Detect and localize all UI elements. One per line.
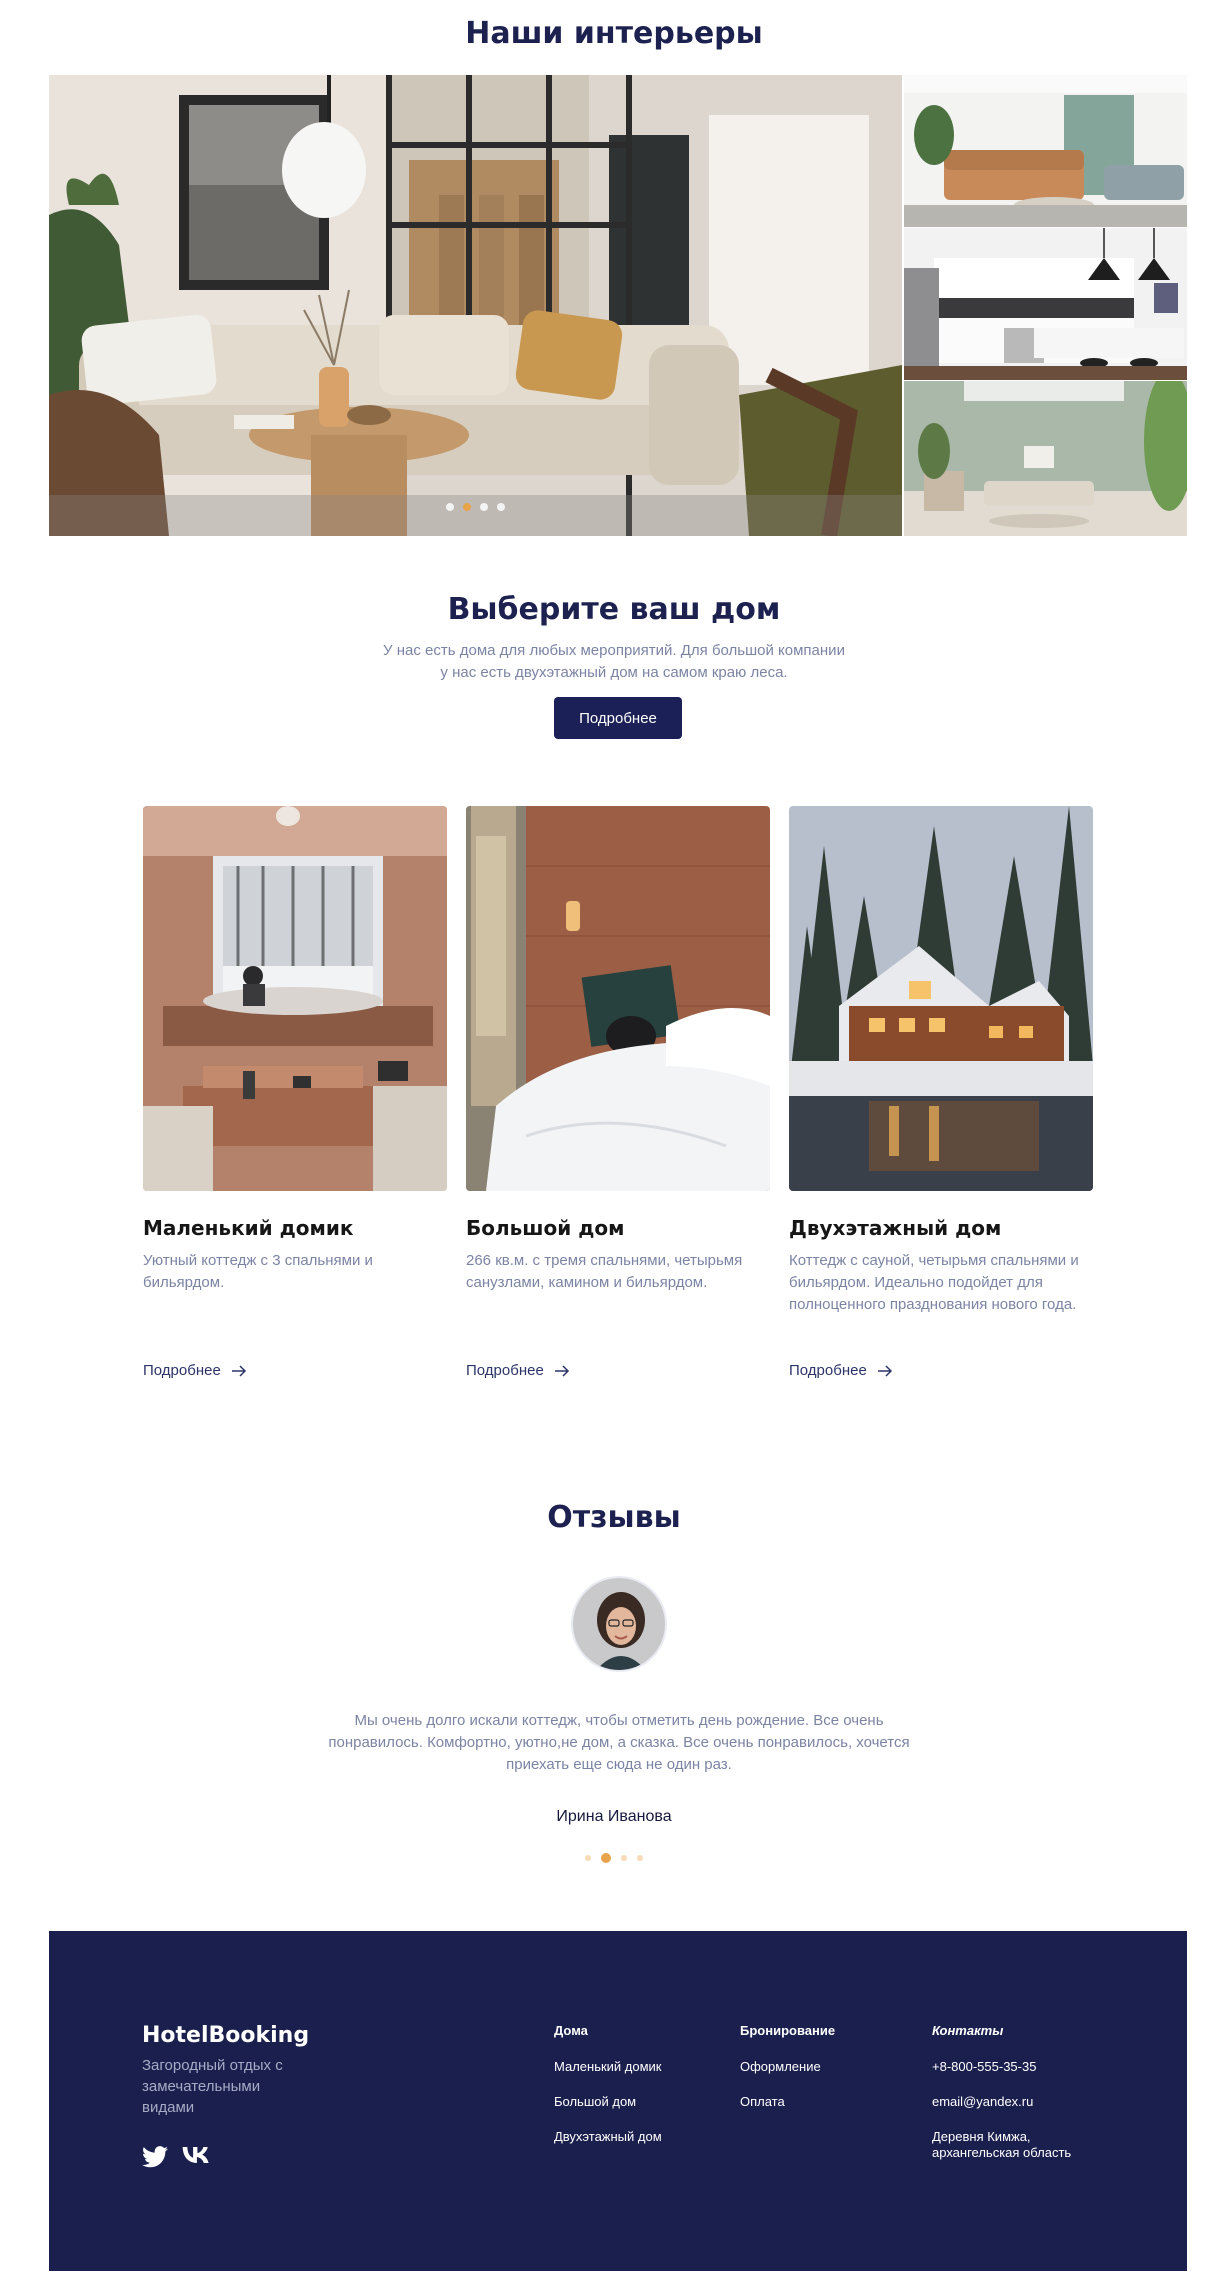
sofa-room-photo (904, 75, 1187, 227)
choose-more-button[interactable]: Подробнее (554, 697, 682, 739)
gallery-dot[interactable] (480, 503, 488, 511)
footer-socials (142, 2146, 210, 2168)
footer-link[interactable]: Большой дом (554, 2094, 662, 2110)
footer-link[interactable]: Оплата (740, 2094, 835, 2110)
house-card-image[interactable] (143, 806, 447, 1191)
review-text-line-3: приехать еще сюда не один раз. (506, 1756, 732, 1773)
house-card-image[interactable] (789, 806, 1093, 1191)
gallery-thumb-2[interactable] (904, 228, 1187, 380)
arrow-right-icon (554, 1364, 569, 1377)
footer-address: Деревня Кимжа, архангельская область (932, 2129, 1072, 2160)
gallery-slider-dots (49, 503, 902, 511)
review-text-line-2: понравилось. Комфортно, уютно,не дом, а … (328, 1734, 910, 1751)
house-card-description: 266 кв.м. с тремя спальнями, четырьмя са… (466, 1252, 743, 1291)
reviewer-photo (573, 1578, 665, 1670)
interiors-gallery (49, 75, 1187, 536)
review-dot-active[interactable] (601, 1853, 611, 1863)
footer-link[interactable]: Маленький домик (554, 2059, 662, 2075)
house-card-more-link[interactable]: Подробнее (789, 1362, 893, 1379)
house-card-more-link[interactable]: Подробнее (466, 1362, 570, 1379)
living-room-photo (49, 75, 902, 536)
house-card-title: Большой дом (466, 1216, 625, 1240)
footer: HotelBooking Загородный отдых с замечате… (49, 1931, 1187, 2271)
choose-text-line-2: у нас есть двухэтажный дом на самом краю… (440, 664, 788, 681)
arrow-right-icon (231, 1364, 246, 1377)
big-house-interior-photo (466, 806, 770, 1191)
house-card-link-label: Подробнее (143, 1362, 221, 1379)
gallery-thumb-3[interactable] (904, 381, 1187, 536)
twitter-icon[interactable] (142, 2146, 168, 2168)
house-card-image[interactable] (466, 806, 770, 1191)
footer-column-heading: Контакты (932, 2023, 1004, 2038)
footer-email[interactable]: email@yandex.ru (932, 2094, 1102, 2110)
footer-link[interactable]: Оформление (740, 2059, 835, 2075)
kitchen-photo (904, 228, 1187, 380)
footer-column-heading: Дома (554, 2023, 588, 2038)
house-card-title: Двухэтажный дом (789, 1216, 1002, 1240)
reviewer-avatar (571, 1576, 667, 1672)
footer-phone[interactable]: +8-800-555-35-35 (932, 2059, 1102, 2075)
house-card-link-label: Подробнее (789, 1362, 867, 1379)
footer-column-houses: Дома Маленький домик Большой дом Двухэта… (554, 2023, 662, 2164)
house-card-title: Маленький домик (143, 1216, 354, 1240)
choose-title: Выберите ваш дом (447, 592, 781, 627)
review-dot[interactable] (585, 1855, 591, 1861)
reviewer-name: Ирина Иванова (556, 1808, 672, 1825)
small-house-interior-photo (143, 806, 447, 1191)
gallery-dot-active[interactable] (463, 503, 471, 511)
footer-tagline: Загородный отдых с замечательными видами (142, 2057, 283, 2116)
house-card-big: Большой дом 266 кв.м. с тремя спальнями,… (466, 806, 770, 1379)
review-dot[interactable] (621, 1855, 627, 1861)
vk-icon[interactable] (182, 2146, 210, 2164)
footer-column-heading: Бронирование (740, 2023, 836, 2038)
reviews-slider-dots (0, 1853, 1228, 1863)
two-storey-house-photo (789, 806, 1093, 1191)
footer-column-booking: Бронирование Оформление Оплата (740, 2023, 835, 2129)
gallery-dot[interactable] (497, 503, 505, 511)
footer-link[interactable]: Двухэтажный дом (554, 2129, 662, 2145)
bright-room-photo (904, 381, 1187, 536)
choose-text-line-1: У нас есть дома для любых мероприятий. Д… (383, 642, 845, 659)
gallery-main-image[interactable] (49, 75, 902, 536)
footer-brand-logo[interactable]: HotelBooking (142, 2023, 309, 2048)
interiors-title: Наши интерьеры (465, 16, 763, 51)
gallery-thumb-1[interactable] (904, 75, 1187, 227)
reviews-title: Отзывы (547, 1500, 681, 1535)
review-dot[interactable] (637, 1855, 643, 1861)
review-text-line-1: Мы очень долго искали коттедж, чтобы отм… (354, 1712, 884, 1729)
house-card-more-link[interactable]: Подробнее (143, 1362, 247, 1379)
house-card-two-storey: Двухэтажный дом Коттедж с сауной, четырь… (789, 806, 1093, 1379)
house-card-description: Коттедж с сауной, четырьмя спальнями и б… (789, 1252, 1079, 1313)
house-card-link-label: Подробнее (466, 1362, 544, 1379)
house-card-small: Маленький домик Уютный коттедж с 3 спаль… (143, 806, 447, 1379)
house-card-description: Уютный коттедж с 3 спальнями и бильярдом… (143, 1252, 373, 1291)
arrow-right-icon (877, 1364, 892, 1377)
gallery-dot[interactable] (446, 503, 454, 511)
footer-column-contacts: Контакты +8-800-555-35-35 email@yandex.r… (932, 2023, 1102, 2180)
